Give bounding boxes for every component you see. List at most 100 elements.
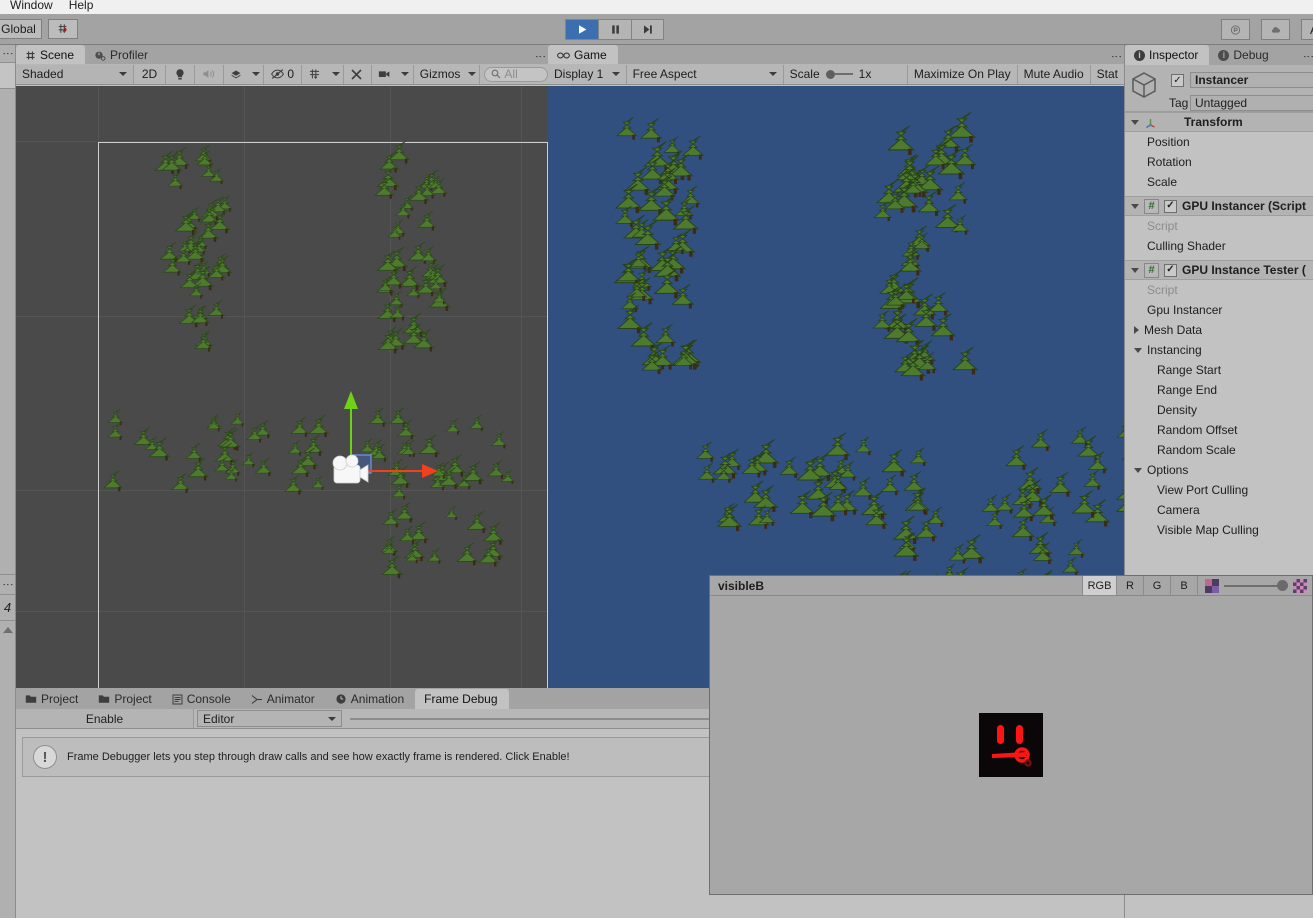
tab-animator[interactable]: Animator: [242, 689, 326, 709]
tab-game[interactable]: Game: [548, 45, 618, 65]
left-docked-panel-stub[interactable]: ⋮ ⋮ 4: [0, 45, 16, 918]
texture-preview-window[interactable]: visibleB RGB R G B: [709, 575, 1313, 895]
tester-gpu-instancer-row[interactable]: Gpu Instancer: [1125, 300, 1313, 320]
game-stats-toggle[interactable]: Stat: [1091, 65, 1124, 84]
grid-snap-icon[interactable]: [48, 19, 78, 39]
main-toolbar: Global: [0, 14, 1313, 45]
tab-frame-debug[interactable]: Frame Debug: [415, 689, 509, 709]
scene-tools-button[interactable]: [344, 64, 372, 84]
inspector-panel-menu-button[interactable]: ⋮: [1302, 51, 1313, 65]
options-view-port-culling-row[interactable]: View Port Culling: [1125, 480, 1313, 500]
scene-view-viewport[interactable]: [16, 86, 548, 688]
instancing-range-start-row[interactable]: Range Start: [1125, 360, 1313, 380]
channel-button-b[interactable]: B: [1170, 576, 1197, 595]
pivot-rotation-button[interactable]: Global: [0, 19, 42, 39]
object-enabled-checkbox[interactable]: ✓: [1171, 74, 1184, 87]
stub-menu-dots-bottom[interactable]: ⋮: [0, 575, 15, 595]
stub-scroll-up-arrow[interactable]: [0, 621, 15, 639]
object-name-field[interactable]: Instancer: [1190, 72, 1313, 88]
cloud-button[interactable]: [1261, 19, 1290, 40]
scene-fx-dropdown[interactable]: [248, 64, 265, 84]
transform-scale-row[interactable]: Scale: [1125, 172, 1313, 192]
scene-audio-toggle[interactable]: [195, 64, 225, 84]
component-enabled-checkbox[interactable]: ✓: [1164, 263, 1177, 277]
foldout-mesh-data[interactable]: Mesh Data: [1125, 320, 1313, 340]
tab-debug-label: Debug: [1233, 48, 1269, 62]
transform-rotation-row[interactable]: Rotation: [1125, 152, 1313, 172]
tab-debug[interactable]: i Debug: [1209, 45, 1279, 65]
scene-camera-dropdown[interactable]: [398, 64, 414, 84]
gpu-instancer-culling-shader-row[interactable]: Culling Shader: [1125, 236, 1313, 256]
scene-fx-toggle[interactable]: [224, 65, 248, 84]
cs-script-icon: #: [1144, 198, 1159, 214]
pause-button[interactable]: [598, 19, 631, 40]
tab-project-1[interactable]: Project: [16, 689, 89, 709]
instancing-random-scale-row[interactable]: Random Scale: [1125, 440, 1313, 460]
scene-grid-dropdown[interactable]: [328, 64, 345, 84]
foldout-options[interactable]: Options: [1125, 460, 1313, 480]
scene-gizmos-dropdown[interactable]: [464, 64, 481, 84]
transform-position-row[interactable]: Position: [1125, 132, 1313, 152]
foldout-arrow-icon[interactable]: [1134, 347, 1142, 353]
scene-draw-mode-dropdown[interactable]: Shaded: [16, 64, 135, 84]
game-aspect-dropdown[interactable]: Free Aspect: [627, 64, 784, 84]
mipmap-slider-group[interactable]: [1197, 576, 1312, 595]
component-header-gpu-instancer[interactable]: # ✓ GPU Instancer (Script: [1125, 196, 1313, 216]
game-maximize-on-play-toggle[interactable]: Maximize On Play: [908, 64, 1018, 84]
game-scale-slider[interactable]: Scale 1x: [784, 64, 908, 84]
chevron-down-icon: [401, 72, 410, 76]
instancing-density-row[interactable]: Density: [1125, 400, 1313, 420]
object-tag-dropdown[interactable]: Untagged: [1190, 95, 1313, 111]
channel-button-r[interactable]: R: [1116, 576, 1143, 595]
foldout-arrow-icon[interactable]: [1134, 326, 1139, 334]
channel-button-rgb[interactable]: RGB: [1082, 576, 1116, 595]
scene-search-input[interactable]: All: [484, 66, 548, 82]
scene-2d-toggle[interactable]: 2D: [134, 64, 166, 84]
scene-tools-icon: [351, 68, 363, 80]
camera-move-gizmo[interactable]: [306, 371, 446, 501]
scene-gizmos-button[interactable]: Gizmos: [414, 65, 465, 84]
tab-console[interactable]: Console: [163, 689, 242, 709]
scene-grid-toggle[interactable]: [302, 65, 328, 84]
options-visible-map-culling-row[interactable]: Visible Map Culling: [1125, 520, 1313, 540]
tab-scene[interactable]: Scene: [16, 45, 86, 65]
game-mute-audio-toggle[interactable]: Mute Audio: [1018, 64, 1091, 84]
game-panel-menu-button[interactable]: ⋮: [1110, 51, 1124, 65]
step-button[interactable]: [631, 19, 664, 40]
scene-camera-button[interactable]: [372, 65, 398, 84]
game-display-dropdown[interactable]: Display 1: [548, 64, 627, 84]
texture-preview-header[interactable]: visibleB RGB R G B: [710, 576, 1312, 596]
menu-item-help[interactable]: Help: [61, 0, 102, 12]
foldout-arrow-icon[interactable]: [1131, 267, 1139, 273]
channel-button-g[interactable]: G: [1143, 576, 1170, 595]
component-header-gpu-instance-tester[interactable]: # ✓ GPU Instance Tester (: [1125, 260, 1313, 280]
frame-debugger-target-dropdown[interactable]: Editor: [197, 710, 342, 727]
account-button[interactable]: A: [1301, 19, 1313, 40]
tab-inspector[interactable]: i Inspector: [1125, 45, 1210, 65]
scene-hidden-objects-toggle[interactable]: 0: [264, 64, 303, 84]
foldout-arrow-icon[interactable]: [1131, 119, 1139, 125]
tab-project-2[interactable]: Project: [89, 689, 162, 709]
stub-tab-top[interactable]: [0, 63, 15, 89]
foldout-arrow-icon[interactable]: [1134, 467, 1142, 473]
tab-animation[interactable]: Animation: [326, 689, 415, 709]
collab-button[interactable]: [1221, 19, 1250, 40]
frame-debugger-enable-button[interactable]: Enable: [16, 709, 194, 728]
instancing-random-offset-row[interactable]: Random Offset: [1125, 420, 1313, 440]
mipmap-slider-knob[interactable]: [1277, 580, 1288, 591]
options-camera-row[interactable]: Camera: [1125, 500, 1313, 520]
scene-lighting-toggle[interactable]: [166, 64, 196, 84]
foldout-arrow-icon[interactable]: [1131, 203, 1139, 209]
component-enabled-checkbox[interactable]: ✓: [1164, 199, 1177, 213]
tab-profiler[interactable]: Profiler: [85, 45, 159, 65]
menu-item-window[interactable]: Window: [2, 0, 61, 12]
scene-panel-menu-button[interactable]: ⋮: [534, 51, 548, 65]
play-button[interactable]: [565, 19, 598, 40]
component-header-transform[interactable]: Transform: [1125, 112, 1313, 132]
stub-menu-dots-top[interactable]: ⋮: [0, 45, 15, 63]
foldout-instancing[interactable]: Instancing: [1125, 340, 1313, 360]
tab-animation-label: Animation: [350, 692, 405, 706]
instancing-range-end-row[interactable]: Range End: [1125, 380, 1313, 400]
checker-large-icon: [1293, 578, 1307, 593]
scale-slider-knob[interactable]: [825, 69, 835, 79]
